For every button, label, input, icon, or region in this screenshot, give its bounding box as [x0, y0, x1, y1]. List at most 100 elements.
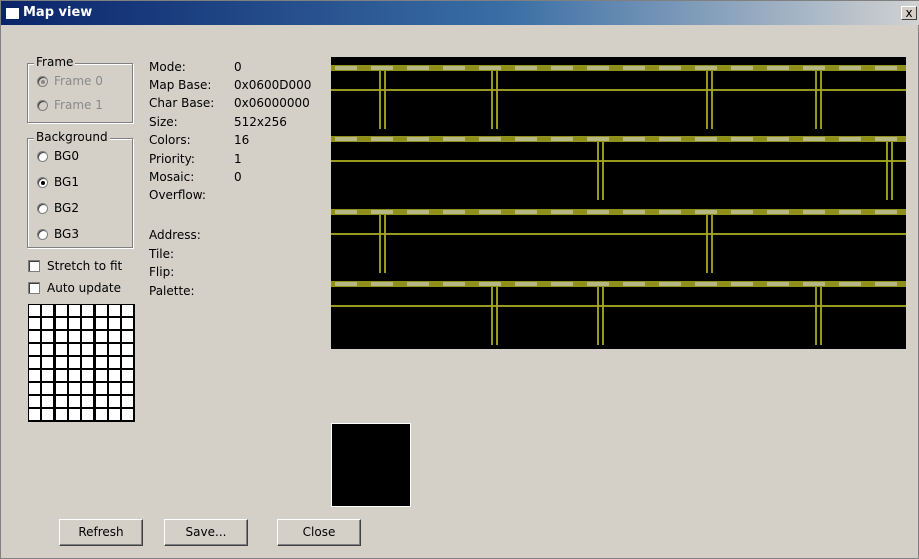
palette-cell[interactable] [122, 396, 134, 407]
palette-cell[interactable] [68, 318, 80, 329]
palette-cell[interactable] [82, 331, 94, 342]
palette-cell[interactable] [42, 383, 54, 394]
palette-cell[interactable] [95, 357, 107, 368]
palette-cell[interactable] [29, 396, 40, 407]
palette-cell[interactable] [42, 396, 54, 407]
palette-cell[interactable] [108, 383, 120, 394]
radio-frame-0-label: Frame 0 [54, 74, 103, 88]
save-button[interactable]: Save... [164, 519, 248, 546]
palette-cell[interactable] [82, 318, 94, 329]
palette-cell[interactable] [108, 370, 120, 381]
map-tile [335, 66, 357, 70]
palette-cell[interactable] [55, 318, 67, 329]
palette-cell[interactable] [42, 305, 54, 316]
palette-cell[interactable] [55, 396, 67, 407]
radio-bg3-indicator [37, 229, 48, 240]
palette-cell[interactable] [42, 344, 54, 355]
map-tile [479, 137, 501, 141]
palette-cell[interactable] [82, 344, 94, 355]
palette-cell[interactable] [82, 409, 94, 420]
palette-cell[interactable] [108, 344, 120, 355]
palette-cell[interactable] [55, 383, 67, 394]
palette-cell[interactable] [122, 318, 134, 329]
palette-cell[interactable] [68, 331, 80, 342]
palette-cell[interactable] [29, 318, 40, 329]
palette-cell[interactable] [108, 331, 120, 342]
palette-cell[interactable] [29, 305, 40, 316]
palette-cell[interactable] [29, 409, 40, 420]
palette-cell[interactable] [68, 409, 80, 420]
palette-cell[interactable] [122, 357, 134, 368]
title-bar[interactable]: Map view x [1, 1, 919, 25]
palette-cell[interactable] [95, 383, 107, 394]
palette-cell[interactable] [55, 305, 67, 316]
palette-cell[interactable] [108, 409, 120, 420]
palette-cell[interactable] [82, 396, 94, 407]
palette-cell[interactable] [95, 396, 107, 407]
auto-update-box [28, 282, 40, 294]
map-tile [335, 282, 357, 286]
palette-cell[interactable] [108, 396, 120, 407]
palette-cell[interactable] [68, 344, 80, 355]
palette-cell[interactable] [122, 331, 134, 342]
map-tile [875, 137, 897, 141]
palette-cell[interactable] [95, 318, 107, 329]
map-tile [479, 282, 501, 286]
palette-cell[interactable] [29, 331, 40, 342]
palette-cell[interactable] [82, 370, 94, 381]
palette-cell[interactable] [42, 357, 54, 368]
palette-cell[interactable] [55, 370, 67, 381]
radio-bg1-label: BG1 [54, 175, 79, 189]
palette-cell[interactable] [82, 357, 94, 368]
palette-cell[interactable] [122, 383, 134, 394]
palette-cell[interactable] [68, 357, 80, 368]
palette-cell[interactable] [29, 370, 40, 381]
map-tile [839, 282, 861, 286]
palette-cell[interactable] [95, 370, 107, 381]
palette-cell[interactable] [122, 370, 134, 381]
palette-cell[interactable] [42, 331, 54, 342]
palette-cell[interactable] [42, 318, 54, 329]
palette-cell[interactable] [42, 409, 54, 420]
map-tile [384, 71, 386, 129]
palette-cell[interactable] [68, 305, 80, 316]
palette-cell[interactable] [55, 331, 67, 342]
palette-cell[interactable] [55, 409, 67, 420]
palette-cell[interactable] [55, 357, 67, 368]
palette-cell[interactable] [82, 305, 94, 316]
palette-cell[interactable] [95, 409, 107, 420]
palette-cell[interactable] [108, 357, 120, 368]
char-base-value: 0x06000000 [234, 96, 310, 110]
palette-cell[interactable] [68, 370, 80, 381]
palette-cell[interactable] [68, 383, 80, 394]
palette-cell[interactable] [122, 305, 134, 316]
radio-bg0-indicator [37, 151, 48, 162]
palette-cell[interactable] [95, 344, 107, 355]
palette-cell[interactable] [29, 357, 40, 368]
palette-cell[interactable] [68, 396, 80, 407]
map-tile [839, 66, 861, 70]
frame-group: Frame [27, 55, 133, 123]
map-tile [587, 137, 609, 141]
palette-cell[interactable] [55, 344, 67, 355]
close-button[interactable]: Close [277, 519, 361, 546]
palette-cell[interactable] [122, 409, 134, 420]
palette-grid[interactable] [28, 304, 135, 422]
map-tile [767, 210, 789, 214]
palette-cell[interactable] [122, 344, 134, 355]
map-tile [496, 287, 498, 345]
palette-cell[interactable] [95, 305, 107, 316]
map-view-canvas[interactable] [331, 57, 906, 349]
palette-cell[interactable] [95, 331, 107, 342]
refresh-button[interactable]: Refresh [59, 519, 143, 546]
map-tile [711, 215, 713, 273]
map-tile [767, 66, 789, 70]
palette-cell[interactable] [29, 383, 40, 394]
palette-cell[interactable] [29, 344, 40, 355]
palette-cell[interactable] [42, 370, 54, 381]
palette-cell[interactable] [108, 305, 120, 316]
close-window-button[interactable]: x [901, 6, 917, 20]
palette-cell[interactable] [82, 383, 94, 394]
stretch-to-fit-label: Stretch to fit [47, 259, 123, 273]
palette-cell[interactable] [108, 318, 120, 329]
